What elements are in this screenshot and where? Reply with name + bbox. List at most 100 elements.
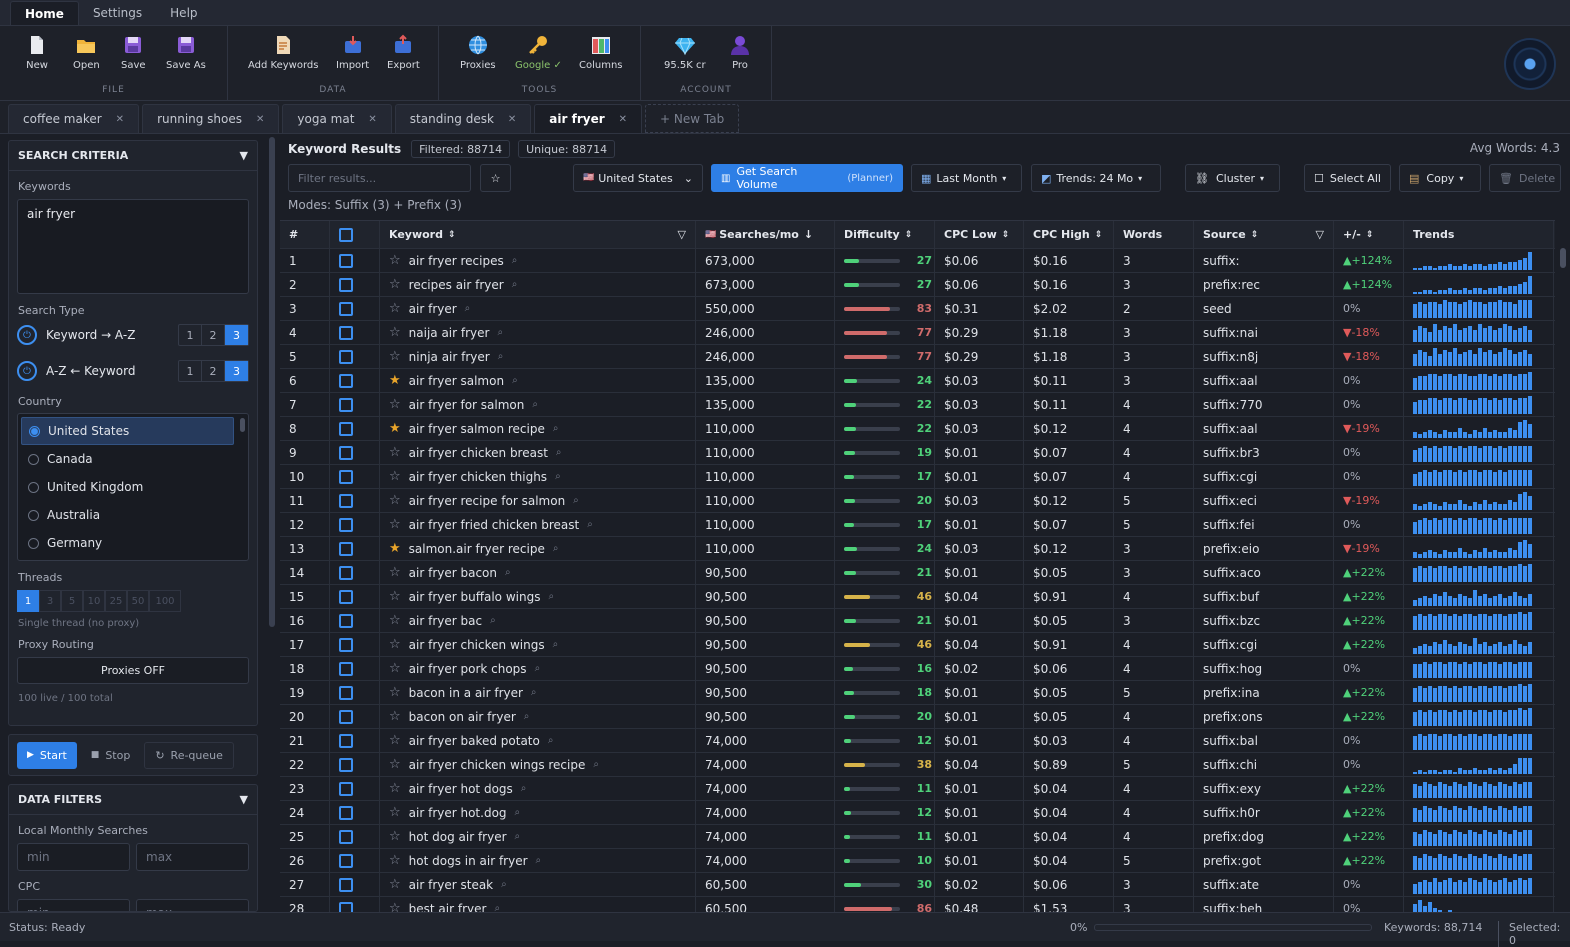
search-icon[interactable]: ⌕ xyxy=(512,255,518,266)
table-row[interactable]: 12 ☆ air fryer fried chicken breast ⌕ 110,00… xyxy=(280,513,1555,537)
checkbox-icon[interactable] xyxy=(339,661,353,676)
thread-option[interactable]: 3 xyxy=(39,590,61,612)
close-icon[interactable]: ✕ xyxy=(619,114,627,125)
thread-option[interactable]: 25 xyxy=(105,590,127,612)
star-icon[interactable]: ☆ xyxy=(389,757,401,772)
search-icon[interactable]: ⌕ xyxy=(587,519,593,530)
star-icon[interactable]: ☆ xyxy=(389,325,401,340)
search-icon[interactable]: ⌕ xyxy=(465,303,471,314)
col-keyword[interactable]: Keyword ⇕ ▽ xyxy=(380,221,696,248)
search-icon[interactable]: ⌕ xyxy=(535,663,541,674)
depth-option[interactable]: 1 xyxy=(179,325,202,345)
thread-option[interactable]: 50 xyxy=(127,590,149,612)
checkbox-icon[interactable] xyxy=(339,829,353,844)
search-icon[interactable]: ⌕ xyxy=(593,759,599,770)
checkbox-icon[interactable] xyxy=(339,469,353,484)
keywords-textarea[interactable]: air fryer xyxy=(17,199,249,294)
checkbox-icon[interactable] xyxy=(339,227,353,242)
table-row[interactable]: 7 ☆ air fryer for salmon ⌕ 135,000 22 $0.03 $0.… xyxy=(280,393,1555,417)
star-icon[interactable]: ☆ xyxy=(389,637,401,652)
table-row[interactable]: 28 ☆ best air fryer ⌕ 60,500 86 $0.48 $1.53 3 suf… xyxy=(280,897,1555,912)
table-row[interactable]: 13 ★ salmon.air fryer recipe ⌕ 110,000 24 $0.0… xyxy=(280,537,1555,561)
depth-option[interactable]: 3 xyxy=(225,361,248,381)
table-row[interactable]: 10 ☆ air fryer chicken thighs ⌕ 110,000 17 $0.… xyxy=(280,465,1555,489)
col-cpc-low[interactable]: CPC Low ⇕ xyxy=(935,221,1024,248)
checkbox-icon[interactable] xyxy=(339,565,353,580)
pro-button[interactable]: Pro xyxy=(729,34,751,71)
table-row[interactable]: 21 ☆ air fryer baked potato ⌕ 74,000 12 $0.01 $… xyxy=(280,729,1555,753)
thread-option[interactable]: 5 xyxy=(61,590,83,612)
table-row[interactable]: 22 ☆ air fryer chicken wings recipe ⌕ 74,000… xyxy=(280,753,1555,777)
col-source[interactable]: Source ⇕ ▽ xyxy=(1194,221,1334,248)
cluster-dropdown[interactable]: ⛓ Cluster ▾ xyxy=(1185,164,1280,192)
requeue-button[interactable]: ↻ Re-queue xyxy=(144,741,234,769)
table-row[interactable]: 20 ☆ bacon on air fryer ⌕ 90,500 20 $0.01 $0.05… xyxy=(280,705,1555,729)
star-icon[interactable]: ★ xyxy=(389,421,401,436)
search-icon[interactable]: ⌕ xyxy=(497,327,503,338)
select-all-button[interactable]: ☐ Select All xyxy=(1304,164,1391,192)
star-icon[interactable]: ☆ xyxy=(389,493,401,508)
copy-dropdown[interactable]: ▤ Copy ▾ xyxy=(1399,164,1481,192)
search-icon[interactable]: ⌕ xyxy=(524,711,530,722)
period-dropdown[interactable]: ▦ Last Month ▾ xyxy=(911,164,1022,192)
open-button[interactable]: Open xyxy=(73,34,100,71)
thread-option[interactable]: 1 xyxy=(17,590,39,612)
star-icon[interactable]: ☆ xyxy=(389,853,401,868)
table-row[interactable]: 18 ☆ air fryer pork chops ⌕ 90,500 16 $0.02 $0.… xyxy=(280,657,1555,681)
search-icon[interactable]: ⌕ xyxy=(548,735,554,746)
checkbox-icon[interactable] xyxy=(339,733,353,748)
col-change[interactable]: +/- ⇕ xyxy=(1334,221,1404,248)
star-icon[interactable]: ☆ xyxy=(389,901,401,912)
table-row[interactable]: 8 ★ air fryer salmon recipe ⌕ 110,000 22 $0.03… xyxy=(280,417,1555,441)
table-row[interactable]: 3 ☆ air fryer ⌕ 550,000 83 $0.31 $2.02 2 seed 0% xyxy=(280,297,1555,321)
search-icon[interactable]: ⌕ xyxy=(521,783,527,794)
checkbox-icon[interactable] xyxy=(339,253,353,268)
trends-dropdown[interactable]: ◩ Trends: 24 Mo ▾ xyxy=(1031,164,1161,192)
depth-option[interactable]: 2 xyxy=(202,325,225,345)
checkbox-icon[interactable] xyxy=(339,301,353,316)
col-select[interactable] xyxy=(330,221,380,248)
star-icon[interactable]: ☆ xyxy=(389,445,401,460)
country-united-states[interactable]: United States xyxy=(21,417,234,445)
col-searches[interactable]: 🇺🇸 Searches/mo ↓ xyxy=(696,221,835,248)
table-row[interactable]: 11 ☆ air fryer recipe for salmon ⌕ 110,000 20… xyxy=(280,489,1555,513)
col-cpc-high[interactable]: CPC High ⇕ xyxy=(1024,221,1114,248)
col-difficulty[interactable]: Difficulty ⇕ xyxy=(835,221,935,248)
table-row[interactable]: 14 ☆ air fryer bacon ⌕ 90,500 21 $0.01 $0.05 3 su… xyxy=(280,561,1555,585)
checkbox-icon[interactable] xyxy=(339,685,353,700)
search-icon[interactable]: ⌕ xyxy=(515,807,521,818)
checkbox-icon[interactable] xyxy=(339,613,353,628)
checkbox-icon[interactable] xyxy=(339,349,353,364)
star-icon[interactable]: ★ xyxy=(389,541,401,556)
table-row[interactable]: 1 ☆ air fryer recipes ⌕ 673,000 27 $0.06 $0.16 3… xyxy=(280,249,1555,273)
export-button[interactable]: Export xyxy=(387,34,420,71)
depth-option[interactable]: 2 xyxy=(202,361,225,381)
tab-yoga-mat[interactable]: yoga mat ✕ xyxy=(282,104,392,133)
tab-standing-desk[interactable]: standing desk ✕ xyxy=(394,104,532,133)
search-icon[interactable]: ⌕ xyxy=(515,831,521,842)
search-icon[interactable]: ⌕ xyxy=(553,423,559,434)
table-row[interactable]: 17 ☆ air fryer chicken wings ⌕ 90,500 46 $0.04… xyxy=(280,633,1555,657)
checkbox-icon[interactable] xyxy=(339,805,353,820)
checkbox-icon[interactable] xyxy=(339,517,353,532)
close-icon[interactable]: ✕ xyxy=(256,114,264,125)
table-row[interactable]: 9 ☆ air fryer chicken breast ⌕ 110,000 19 $0.0… xyxy=(280,441,1555,465)
country-dropdown[interactable]: 🇺🇸 United States ⌄ xyxy=(573,164,703,192)
table-row[interactable]: 15 ☆ air fryer buffalo wings ⌕ 90,500 46 $0.04… xyxy=(280,585,1555,609)
depth-option[interactable]: 1 xyxy=(179,361,202,381)
search-icon[interactable]: ⌕ xyxy=(531,687,537,698)
save-as-button[interactable]: Save As xyxy=(166,34,206,71)
proxies-button[interactable]: Proxies xyxy=(460,34,496,71)
checkbox-icon[interactable] xyxy=(339,325,353,340)
star-filter-button[interactable]: ☆ xyxy=(480,164,511,192)
country-australia[interactable]: Australia xyxy=(21,501,234,529)
checkbox-icon[interactable] xyxy=(339,781,353,796)
checkbox-icon[interactable] xyxy=(339,445,353,460)
table-row[interactable]: 26 ☆ hot dogs in air fryer ⌕ 74,000 10 $0.01 $0… xyxy=(280,849,1555,873)
checkbox-icon[interactable] xyxy=(339,637,353,652)
close-icon[interactable]: ✕ xyxy=(508,114,516,125)
checkbox-icon[interactable] xyxy=(339,853,353,868)
search-criteria-header[interactable]: SEARCH CRITERIA ▼ xyxy=(9,141,257,171)
menu-home[interactable]: Home xyxy=(10,1,79,25)
star-icon[interactable]: ★ xyxy=(389,373,401,388)
